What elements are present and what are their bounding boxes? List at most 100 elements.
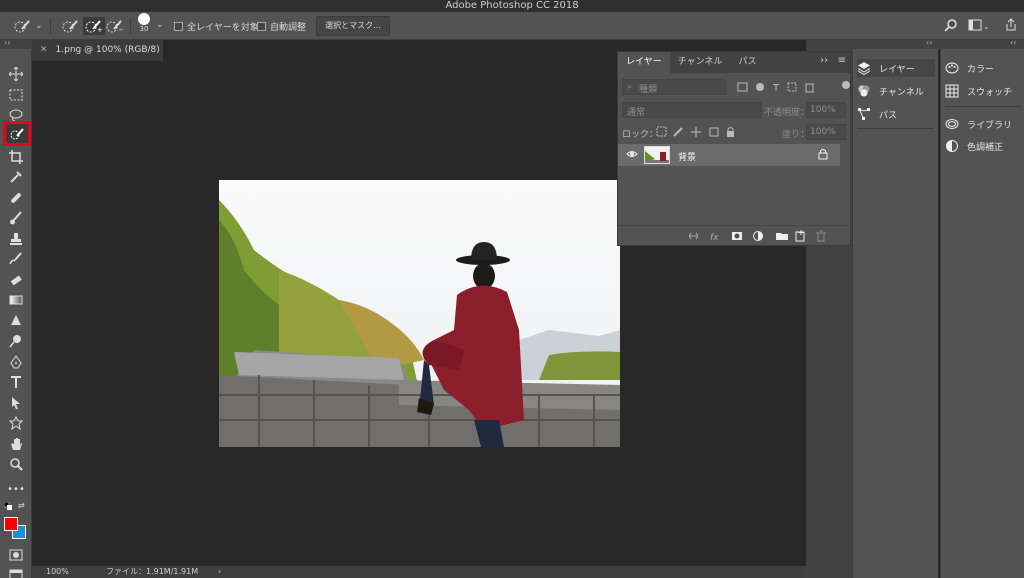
zoom-level[interactable]: 100% <box>46 566 69 578</box>
auto-enhance-checkbox[interactable]: 自動調整 <box>257 17 306 35</box>
subtract-from-selection-button[interactable]: − <box>106 17 124 35</box>
share-icon[interactable] <box>1004 18 1018 35</box>
eye-icon[interactable] <box>626 149 638 162</box>
document-tab[interactable]: ✕ 1.png @ 100% (RGB/8) <box>32 40 164 61</box>
pen-tool[interactable] <box>6 353 26 371</box>
more-icon: ••• <box>7 483 25 495</box>
divider <box>857 128 933 129</box>
opacity-label: 不透明度： <box>764 108 810 118</box>
canvas-image[interactable] <box>219 180 620 447</box>
dock-item-label: 色調補正 <box>967 142 1004 153</box>
marquee-tool[interactable] <box>6 86 26 104</box>
tools-panel: ••• ⇄ <box>0 49 32 578</box>
tab-paths[interactable]: パス <box>730 52 764 73</box>
toolbar-collapse-bar[interactable]: ›› <box>0 38 32 49</box>
blend-mode-select[interactable]: 通常 <box>622 102 762 118</box>
screen-mode-button[interactable] <box>6 566 26 578</box>
healing-brush-tool[interactable] <box>6 189 26 207</box>
dodge-icon <box>9 335 21 348</box>
brush-tool[interactable] <box>6 209 26 227</box>
panel-menu-icon[interactable]: ≡ <box>838 55 846 66</box>
photo-illustration <box>219 180 620 447</box>
clone-stamp-tool[interactable] <box>6 230 26 248</box>
dock-item-layers[interactable]: レイヤー <box>857 59 935 77</box>
panel-dock-column-1: レイヤー チャンネル パス <box>852 49 938 578</box>
crop-tool[interactable] <box>6 148 26 166</box>
filter-kind-select[interactable]: ⌕ 種類 <box>622 79 726 95</box>
dock-collapse-bar-2[interactable]: ‹‹ <box>940 38 1024 49</box>
file-info[interactable]: ファイル：1.91M/1.91M <box>106 566 198 578</box>
dock-item-label: パス <box>879 110 898 121</box>
select-and-mask-button[interactable]: 選択とマスク... <box>316 16 390 36</box>
type-tool[interactable] <box>6 373 26 391</box>
brush-new-icon <box>62 20 78 33</box>
chevron-down-icon[interactable]: ⌄ <box>156 20 164 30</box>
blend-mode-value: 通常 <box>627 108 646 118</box>
eyedropper-tool[interactable] <box>6 168 26 186</box>
quick-selection-icon <box>10 127 24 139</box>
tab-layers[interactable]: レイヤー <box>618 52 670 73</box>
dock-item-libraries[interactable]: ライブラリ <box>945 115 1012 133</box>
layers-panel: レイヤー チャンネル パス ›› ≡ ⌕ 種類 T 通常 不透明度： 100% … <box>617 51 851 246</box>
dock-item-swatches[interactable]: スウォッチ <box>945 82 1012 100</box>
dock-item-color[interactable]: カラー <box>945 59 994 77</box>
add-to-selection-button[interactable]: + <box>83 17 105 35</box>
layer-action-icons[interactable]: fx <box>688 229 838 243</box>
custom-shape-tool[interactable] <box>6 414 26 432</box>
filter-toggle-icon[interactable] <box>842 81 850 89</box>
swatches-grid-icon <box>945 84 959 98</box>
layer-filter-icons[interactable]: T <box>736 81 828 96</box>
workspace-icon[interactable]: ⌄ <box>968 18 990 35</box>
search-icon[interactable] <box>944 18 958 35</box>
brush-size-picker[interactable]: 30 <box>138 13 150 39</box>
layer-thumbnail <box>644 146 670 164</box>
edit-toolbar-button[interactable]: ••• <box>6 480 26 498</box>
chevron-right-icon[interactable]: › <box>218 566 221 578</box>
stamp-icon <box>10 233 22 245</box>
brush-size-value: 30 <box>139 25 149 33</box>
dock-item-paths[interactable]: パス <box>857 105 897 123</box>
quick-selection-tool[interactable] <box>3 121 31 146</box>
dodge-tool[interactable] <box>6 332 26 350</box>
tool-preset-picker[interactable]: ⌄ <box>14 17 43 35</box>
fill-input[interactable]: 100% <box>806 124 846 140</box>
new-selection-button[interactable] <box>62 17 80 35</box>
dock-item-channels[interactable]: チャンネル <box>857 82 924 100</box>
zoom-tool[interactable] <box>6 455 26 473</box>
collapse-icon[interactable]: ›› <box>820 55 828 66</box>
lock-options[interactable] <box>656 126 738 141</box>
hand-tool[interactable] <box>6 435 26 453</box>
marquee-icon <box>9 89 23 101</box>
blur-tool[interactable] <box>6 312 26 330</box>
sample-all-layers-checkbox[interactable]: 全レイヤーを対象 <box>174 17 259 35</box>
path-selection-tool[interactable] <box>6 394 26 412</box>
opacity-input[interactable]: 100% <box>806 102 846 118</box>
options-bar: ⌄ + − 30 ⌄ 全レイヤーを対象 自動調整 選択とマスク... ⌄ <box>0 12 1024 40</box>
dock-collapse-bar-1[interactable]: ‹‹ <box>852 38 940 49</box>
document-tab-title: 1.png @ 100% (RGB/8) <box>55 45 160 55</box>
history-brush-tool[interactable] <box>6 250 26 268</box>
pen-icon <box>10 355 22 369</box>
paths-icon <box>858 108 870 120</box>
filter-kind-label: 種類 <box>639 85 658 95</box>
tab-channels[interactable]: チャンネル <box>670 52 731 73</box>
gradient-tool[interactable] <box>6 291 26 309</box>
dock-item-adjustments[interactable]: 色調補正 <box>945 137 1003 155</box>
chevron-down-icon: ⌄ <box>35 21 43 31</box>
auto-enhance-label: 自動調整 <box>270 22 307 33</box>
move-tool[interactable] <box>6 65 26 83</box>
move-icon <box>9 67 23 81</box>
quick-mask-button[interactable] <box>6 546 26 564</box>
close-icon[interactable]: ✕ <box>40 45 48 55</box>
svg-text:+: + <box>97 26 103 33</box>
swap-colors-icon[interactable]: ⇄ <box>18 501 25 510</box>
eraser-tool[interactable] <box>6 271 26 289</box>
checkbox-icon <box>257 21 266 31</box>
foreground-color-swatch[interactable] <box>4 517 18 531</box>
type-icon <box>11 376 21 388</box>
default-colors-icon[interactable] <box>3 501 12 513</box>
expand-icon: ›› <box>4 38 11 47</box>
layer-row-background[interactable]: 背景 <box>618 144 840 166</box>
svg-text:T: T <box>772 83 780 93</box>
dock-item-label: カラー <box>967 64 995 75</box>
